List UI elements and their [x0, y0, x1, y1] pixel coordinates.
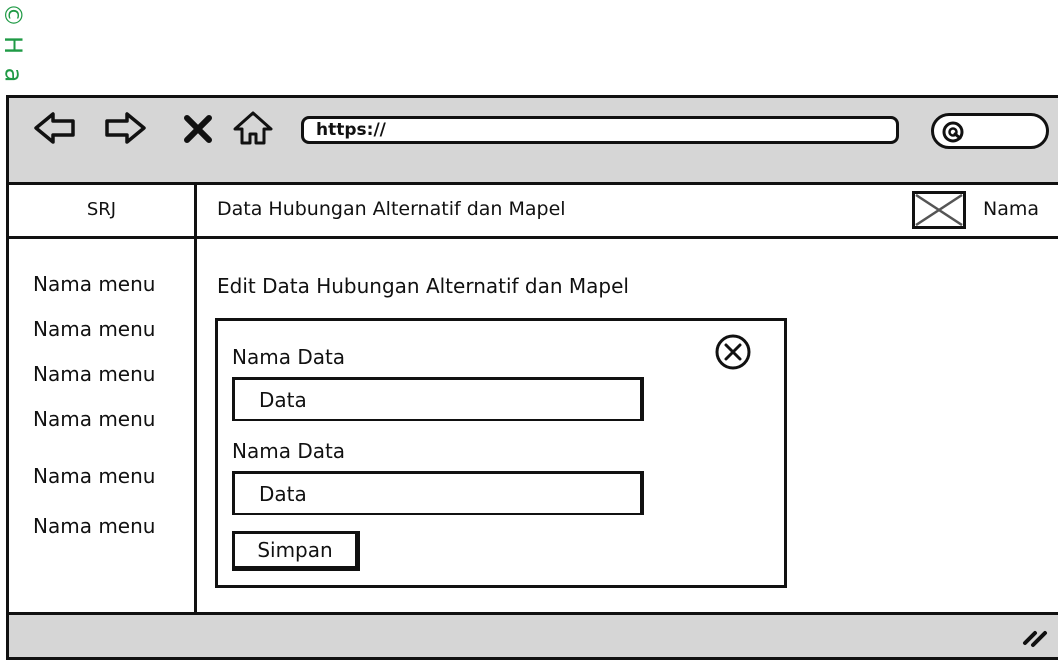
field-label: Nama Data — [232, 439, 346, 463]
browser-window: https:// SRJ Nama menu Nama menu Nama me… — [6, 95, 1058, 660]
page-title: Edit Data Hubungan Alternatif dan Mapel — [217, 274, 629, 298]
close-x-icon[interactable] — [181, 110, 215, 146]
header-title: Data Hubungan Alternatif dan Mapel — [217, 198, 566, 220]
sidebar-menu-item[interactable]: Nama menu — [33, 407, 155, 431]
image-placeholder-icon — [915, 193, 963, 227]
resize-grip-icon[interactable] — [1019, 621, 1051, 651]
sidebar-menu-item[interactable]: Nama menu — [33, 272, 155, 296]
sidebar-menu-item[interactable]: Nama menu — [33, 464, 155, 488]
search-icon — [942, 121, 964, 143]
user-name[interactable]: Nama — [983, 198, 1039, 220]
avatar[interactable] — [912, 191, 966, 229]
sidebar-menu-item[interactable]: Nama menu — [33, 317, 155, 341]
watermark-char: © — [0, 3, 27, 27]
search-input[interactable] — [931, 113, 1049, 149]
sidebar-menu-item[interactable]: Nama menu — [33, 362, 155, 386]
arrow-right-icon[interactable] — [103, 110, 147, 146]
browser-toolbar: https:// — [9, 98, 1058, 185]
watermark-char: a — [0, 67, 27, 83]
url-input[interactable]: https:// — [301, 116, 899, 144]
top-header: Data Hubungan Alternatif dan Mapel Nama — [197, 182, 1058, 239]
copyright-watermark: © H a — [0, 0, 27, 95]
save-button[interactable]: Simpan — [232, 531, 360, 571]
sidebar: SRJ Nama menu Nama menu Nama menu Nama m… — [9, 182, 197, 612]
watermark-char: H — [0, 35, 27, 55]
data-input[interactable] — [232, 377, 644, 421]
home-icon[interactable] — [231, 110, 275, 146]
arrow-left-icon[interactable] — [33, 110, 77, 146]
close-circle-icon[interactable] — [710, 333, 756, 371]
sidebar-menu-item[interactable]: Nama menu — [33, 514, 155, 538]
field-label: Nama Data — [232, 345, 346, 369]
brand-logo[interactable]: SRJ — [9, 182, 194, 239]
status-bar — [9, 612, 1058, 657]
edit-form-panel: Nama Data Nama Data Simpan — [215, 318, 787, 588]
data-input[interactable] — [232, 471, 644, 515]
